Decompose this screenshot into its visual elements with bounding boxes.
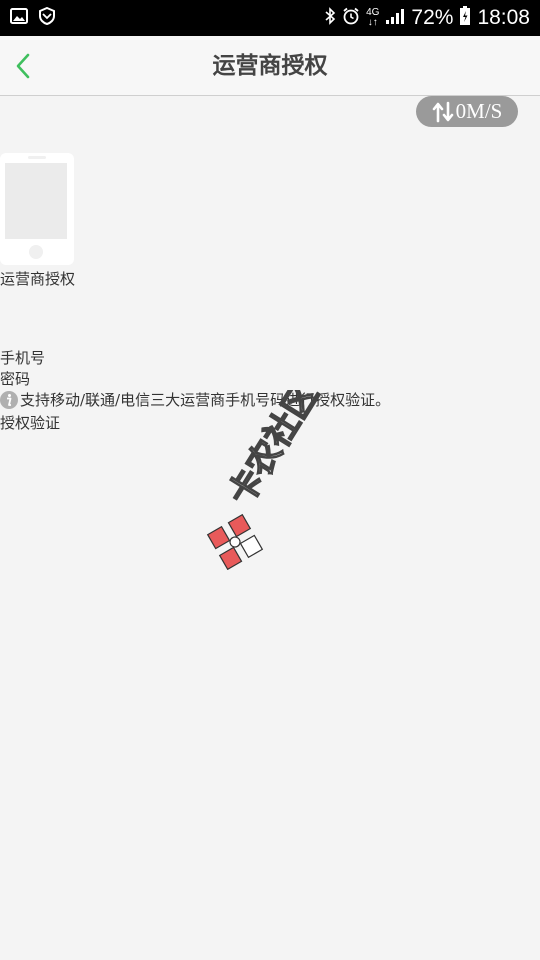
transfer-arrows-icon: [432, 101, 453, 122]
shield-icon: [38, 6, 56, 29]
clock: 18:08: [477, 6, 530, 29]
phone-icon: [0, 153, 74, 265]
bluetooth-icon: [324, 7, 336, 29]
network-type: 4G ↓↑: [366, 7, 380, 28]
battery-icon: [459, 6, 471, 30]
chevron-left-icon: [16, 53, 30, 79]
battery-percent: 72%: [411, 6, 454, 29]
password-field-label[interactable]: 密码: [0, 368, 30, 389]
signal-icon: [385, 7, 405, 29]
page-title: 运营商授权: [212, 52, 328, 79]
speed-badge: 0M/S: [416, 96, 518, 127]
watermark-logo-icon: [206, 513, 264, 570]
phone-field-label[interactable]: 手机号: [0, 347, 45, 368]
verify-button[interactable]: 授权验证: [0, 412, 60, 433]
gallery-icon: [10, 8, 28, 28]
info-icon: [0, 390, 18, 409]
info-notice: 支持移动/联通/电信三大运营商手机号码进行授权验证。: [0, 389, 390, 410]
speed-value: 0M/S: [455, 99, 503, 123]
back-button[interactable]: [6, 48, 40, 84]
header: 运营商授权: [0, 36, 540, 96]
status-bar: 4G ↓↑ 72% 18:08: [0, 0, 540, 36]
info-text: 支持移动/联通/电信三大运营商手机号码进行授权验证。: [20, 391, 391, 409]
alarm-icon: [342, 7, 360, 29]
watermark: 卡农社区: [206, 390, 327, 570]
image-label: 运营商授权: [0, 270, 76, 288]
